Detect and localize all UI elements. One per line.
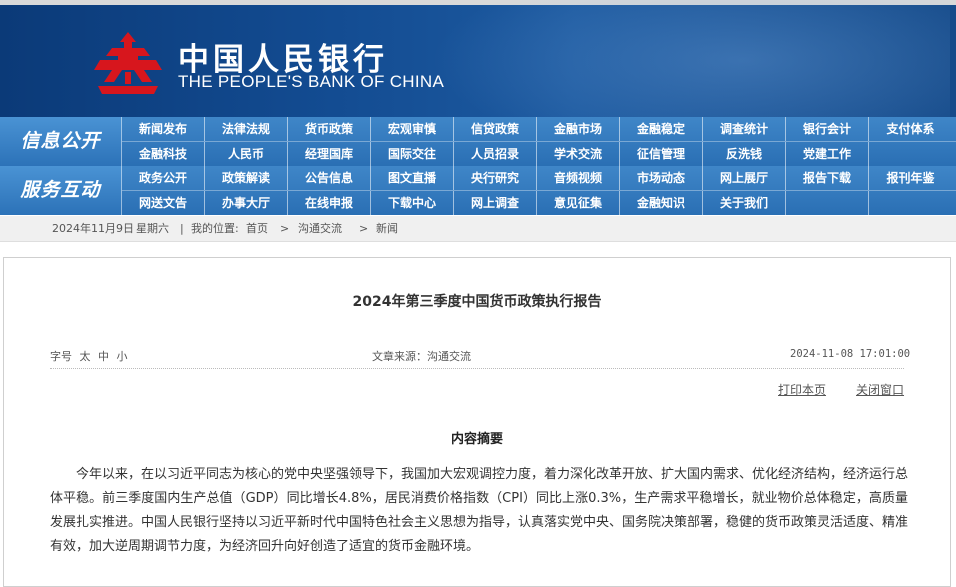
banner-glow	[430, 0, 950, 117]
article-datetime: 2024-11-08 17:01:00	[790, 348, 911, 360]
nav-item[interactable]: 学术交流	[537, 142, 620, 166]
font-size-controls: 字号 太 中 小	[50, 348, 132, 364]
nav-item[interactable]: 央行研究	[454, 166, 537, 190]
nav-item[interactable]: 金融市场	[537, 117, 620, 141]
nav-item[interactable]: 金融知识	[620, 191, 703, 215]
nav-item[interactable]: 人员招录	[454, 142, 537, 166]
nav-item[interactable]: 国际交往	[371, 142, 454, 166]
current-weekday: 星期六	[136, 222, 169, 235]
article-source: 文章来源：沟通交流	[372, 350, 471, 363]
nav-item[interactable]: 下载中心	[371, 191, 454, 215]
section-heading: 内容摘要	[450, 432, 503, 447]
nav-item[interactable]: 信贷政策	[454, 117, 537, 141]
nav-item[interactable]: 政务公开	[122, 166, 205, 190]
font-size-label: 字号	[50, 350, 72, 363]
nav-item[interactable]: 在线申报	[288, 191, 371, 215]
nav-item[interactable]: 银行会计	[786, 117, 869, 141]
nav-section-title[interactable]: 服务互动	[0, 166, 122, 215]
article-paragraph: 今年以来，在以习近平同志为核心的党中央坚强领导下，我国加大宏观调控力度，着力深化…	[50, 467, 909, 554]
breadcrumb-location-label: 我的位置:	[191, 222, 239, 235]
nav-item[interactable]: 征信管理	[620, 142, 703, 166]
current-date: 2024年11月9日	[52, 222, 134, 235]
nav-item-empty	[869, 191, 952, 215]
nav-item[interactable]: 报刊年鉴	[869, 166, 952, 190]
font-size-medium-button[interactable]: 中	[98, 350, 109, 363]
nav-row: 新闻发布 法律法规 货币政策 宏观审慎 信贷政策 金融市场 金融稳定 调查统计 …	[122, 117, 956, 141]
nav-item[interactable]: 法律法规	[205, 117, 288, 141]
nav-item[interactable]: 宏观审慎	[371, 117, 454, 141]
font-size-small-button[interactable]: 小	[117, 350, 128, 363]
site-banner: 中国人民银行 THE PEOPLE'S BANK OF CHINA	[0, 0, 956, 117]
bank-name-en: THE PEOPLE'S BANK OF CHINA	[178, 72, 445, 91]
nav-item[interactable]: 关于我们	[703, 191, 786, 215]
nav-item[interactable]: 新闻发布	[122, 117, 205, 141]
article-panel: 2024年第三季度中国货币政策执行报告 字号 太 中 小 文章来源：沟通交流 2…	[3, 257, 951, 587]
nav-item[interactable]: 报告下载	[786, 166, 869, 190]
nav-item[interactable]: 调查统计	[703, 117, 786, 141]
nav-section-info: 信息公开 新闻发布 法律法规 货币政策 宏观审慎 信贷政策 金融市场 金融稳定 …	[0, 117, 956, 166]
nav-item[interactable]: 金融科技	[122, 142, 205, 166]
nav-item[interactable]: 办事大厅	[205, 191, 288, 215]
close-window-link[interactable]: 关闭窗口	[856, 381, 904, 398]
breadcrumb-home-link[interactable]: 首页	[246, 216, 268, 242]
nav-item[interactable]: 市场动态	[620, 166, 703, 190]
nav-item[interactable]: 网上展厅	[703, 166, 786, 190]
nav-item[interactable]: 图文直播	[371, 166, 454, 190]
meta-divider	[50, 368, 904, 369]
nav-item[interactable]: 政策解读	[205, 166, 288, 190]
nav-item[interactable]: 音频视频	[537, 166, 620, 190]
breadcrumb-arrow: >	[359, 222, 369, 235]
breadcrumb-level2-link[interactable]: 新闻	[376, 216, 398, 242]
article-title: 2024年第三季度中国货币政策执行报告	[352, 294, 602, 310]
nav-item[interactable]: 公告信息	[288, 166, 371, 190]
breadcrumb-arrow: >	[280, 222, 290, 235]
pboc-emblem-icon	[94, 32, 162, 94]
breadcrumb-level1-link[interactable]: 沟通交流	[298, 216, 342, 242]
breadcrumb: 2024年11月9日 星期六 | 我的位置: 首页 > 沟通交流 > 新闻	[0, 216, 956, 242]
nav-item-empty	[786, 191, 869, 215]
breadcrumb-separator: |	[180, 222, 184, 235]
nav-item[interactable]: 金融稳定	[620, 117, 703, 141]
font-size-large-button[interactable]: 太	[80, 350, 91, 363]
nav-item[interactable]: 意见征集	[537, 191, 620, 215]
nav-row: 政务公开 政策解读 公告信息 图文直播 央行研究 音频视频 市场动态 网上展厅 …	[122, 166, 956, 190]
nav-row: 网送文告 办事大厅 在线申报 下载中心 网上调查 意见征集 金融知识 关于我们	[122, 191, 956, 215]
nav-item[interactable]: 网上调查	[454, 191, 537, 215]
nav-section-service: 服务互动 政务公开 政策解读 公告信息 图文直播 央行研究 音频视频 市场动态 …	[0, 166, 956, 215]
main-nav: 信息公开 新闻发布 法律法规 货币政策 宏观审慎 信贷政策 金融市场 金融稳定 …	[0, 117, 956, 215]
nav-item[interactable]: 网送文告	[122, 191, 205, 215]
nav-item[interactable]: 支付体系	[869, 117, 952, 141]
nav-section-title[interactable]: 信息公开	[0, 117, 122, 166]
nav-item[interactable]: 反洗钱	[703, 142, 786, 166]
nav-item[interactable]: 党建工作	[786, 142, 869, 166]
nav-item[interactable]: 货币政策	[288, 117, 371, 141]
nav-row: 金融科技 人民币 经理国库 国际交往 人员招录 学术交流 征信管理 反洗钱 党建…	[122, 142, 956, 166]
nav-item[interactable]: 人民币	[205, 142, 288, 166]
print-page-link[interactable]: 打印本页	[778, 381, 826, 398]
nav-item-empty	[869, 142, 952, 166]
nav-item[interactable]: 经理国库	[288, 142, 371, 166]
